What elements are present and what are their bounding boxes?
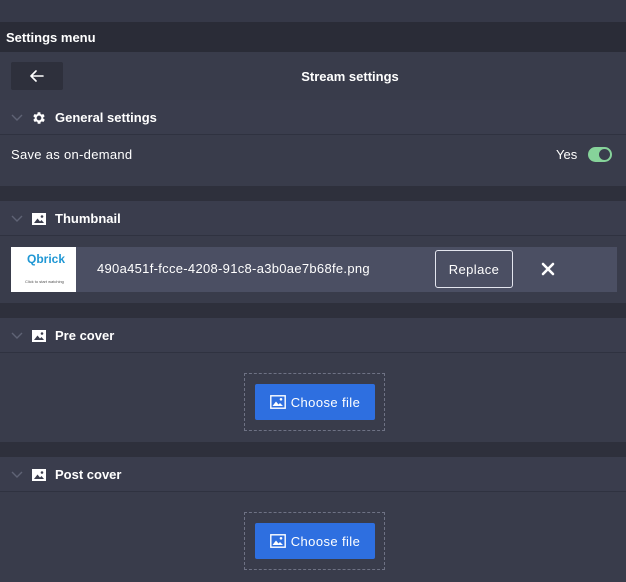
on-demand-value: Yes [556,147,578,162]
post-cover-dropzone[interactable]: Choose file [244,512,385,570]
top-bar [0,0,626,22]
choose-file-label: Choose file [290,394,361,410]
settings-menu-header: Settings menu [0,22,626,52]
back-button[interactable] [11,62,63,90]
thumbnail-file-row: Qbrick Click to start watching 490a451f-… [11,247,617,292]
on-demand-setting-row: Save as on-demand Yes [0,136,626,186]
section-title: Thumbnail [55,210,121,226]
close-icon[interactable] [539,260,557,278]
section-title: Post cover [55,466,122,482]
stream-settings-nav: Stream settings [0,52,626,100]
arrow-left-icon [30,70,44,82]
on-demand-toggle[interactable] [588,147,612,162]
chevron-down-icon [11,215,23,222]
on-demand-label: Save as on-demand [11,147,133,162]
chevron-down-icon [11,114,23,121]
thumbnail-file-name: 490a451f-fcce-4208-91c8-a3b0ae7b68fe.png [97,261,370,276]
section-title: General settings [55,109,157,125]
thumbnail-preview: Qbrick Click to start watching [11,247,76,292]
section-pre-cover[interactable]: Pre cover [0,318,626,353]
thumbnail-tagline: Click to start watching [25,279,64,284]
section-divider [0,442,626,457]
stream-settings-title: Stream settings [301,68,399,84]
image-icon [32,213,46,225]
image-icon [32,330,46,342]
section-general-settings[interactable]: General settings [0,100,626,135]
replace-button[interactable]: Replace [435,250,513,288]
section-title: Pre cover [55,327,115,343]
settings-menu-title: Settings menu [6,29,96,45]
qbrick-logo: Qbrick [27,252,66,266]
section-post-cover[interactable]: Post cover [0,457,626,492]
section-thumbnail[interactable]: Thumbnail [0,201,626,236]
image-icon [269,534,286,548]
image-icon [269,395,286,409]
image-icon [32,469,46,481]
gear-icon [33,112,45,124]
pre-cover-choose-file-button[interactable]: Choose file [255,384,375,420]
section-divider [0,303,626,318]
post-cover-choose-file-button[interactable]: Choose file [255,523,375,559]
chevron-down-icon [11,471,23,478]
pre-cover-dropzone[interactable]: Choose file [244,373,385,431]
toggle-knob [599,149,610,160]
choose-file-label: Choose file [290,533,361,549]
chevron-down-icon [11,332,23,339]
section-divider [0,186,626,201]
